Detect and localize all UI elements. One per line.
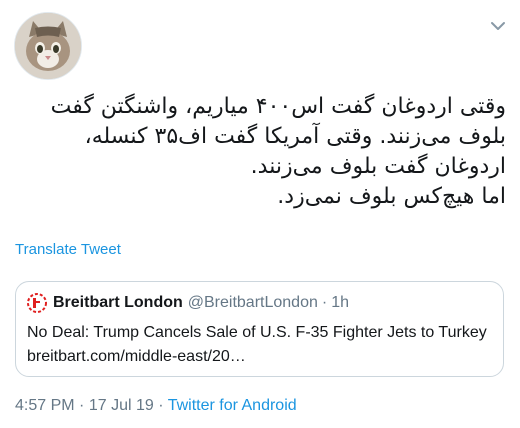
tweet-text-line: وقتی اردوغان گفت اس۴۰۰ میاریم، واشنگتن گ… xyxy=(50,94,506,119)
tweet-text-line: اما هیچ‌کس بلوف نمی‌زد. xyxy=(277,184,506,209)
avatar[interactable] xyxy=(14,12,82,80)
cat-avatar-image xyxy=(15,13,81,79)
separator-dot: · xyxy=(321,294,328,311)
tweet-time[interactable]: 4:57 PM xyxy=(15,397,75,414)
tweet-date[interactable]: 17 Jul 19 xyxy=(89,397,154,414)
tweet-text-line: اردوغان گفت بلوف می‌زنند. xyxy=(250,154,506,179)
tweet-text: وقتی اردوغان گفت اس۴۰۰ میاریم، واشنگتن گ… xyxy=(18,92,506,212)
separator-dot: · xyxy=(79,397,85,414)
quoted-text-body: No Deal: Trump Cancels Sale of U.S. F-35… xyxy=(27,324,487,341)
tweet-source-link[interactable]: Twitter for Android xyxy=(168,397,297,414)
breitbart-logo-icon xyxy=(27,293,47,313)
tweet-text-line: بلوف می‌زنند. وقتی آمریکا گفت اف۳۵ کنسله… xyxy=(84,124,506,149)
quoted-tweet-time: 1h xyxy=(331,294,349,311)
chevron-down-icon[interactable] xyxy=(490,20,506,32)
quoted-author-handle: @BreitbartLondon xyxy=(187,294,318,311)
translate-tweet-link[interactable]: Translate Tweet xyxy=(15,241,121,258)
quoted-tweet-header: Breitbart London @BreitbartLondon · 1h xyxy=(27,293,349,313)
separator-dot: · xyxy=(158,397,164,414)
quoted-tweet-card[interactable]: Breitbart London @BreitbartLondon · 1h N… xyxy=(15,281,504,377)
tweet-meta: 4:57 PM · 17 Jul 19 · Twitter for Androi… xyxy=(15,397,297,415)
quoted-author-name: Breitbart London xyxy=(53,294,183,311)
quoted-tweet-link[interactable]: breitbart.com/middle-east/20… xyxy=(27,348,246,365)
quoted-tweet-text: No Deal: Trump Cancels Sale of U.S. F-35… xyxy=(27,321,491,369)
